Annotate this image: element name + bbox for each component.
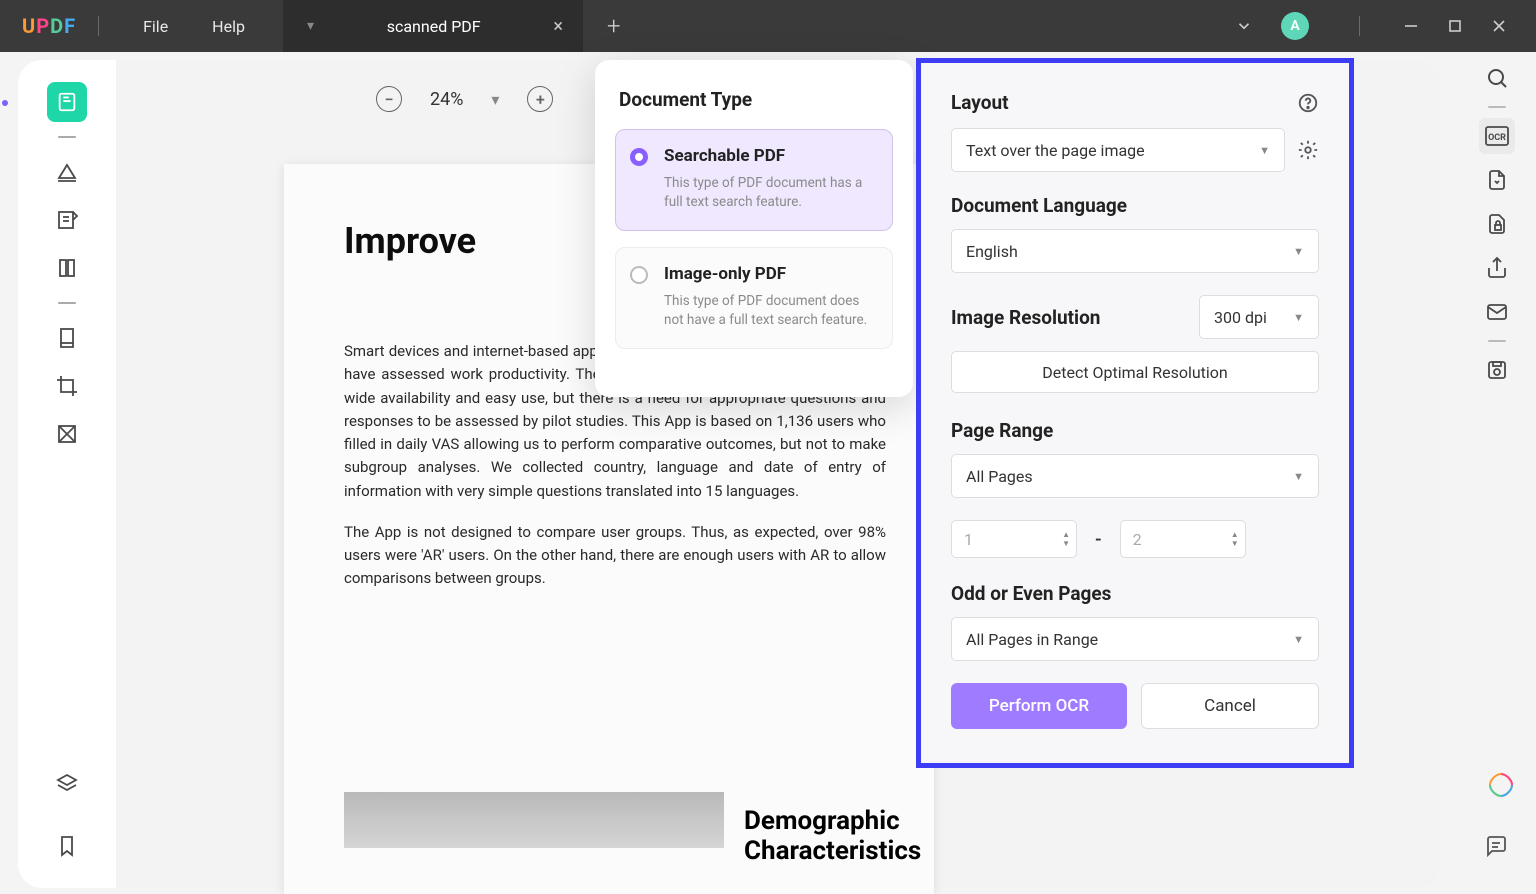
divider xyxy=(1488,106,1506,108)
page-to-input[interactable]: 2 ▲▼ xyxy=(1120,520,1246,558)
convert-icon[interactable] xyxy=(1479,162,1515,198)
resolution-label: Image Resolution xyxy=(951,306,1100,329)
protect-icon[interactable] xyxy=(1479,206,1515,242)
input-value: 1 xyxy=(964,530,973,549)
caret-down-icon: ▼ xyxy=(1259,144,1270,157)
caret-down-icon: ▼ xyxy=(1293,470,1304,483)
option-label: Searchable PDF xyxy=(664,146,876,166)
menu-help[interactable]: Help xyxy=(190,17,267,36)
odd-even-label: Odd or Even Pages xyxy=(951,582,1319,605)
page-range-label: Page Range xyxy=(951,419,1319,442)
divider xyxy=(98,16,99,36)
tool-highlight[interactable] xyxy=(47,152,87,192)
search-icon[interactable] xyxy=(1479,60,1515,96)
tab-dropdown-icon[interactable]: ▾ xyxy=(307,18,314,34)
tab-scanned-pdf[interactable]: ▾ scanned PDF × xyxy=(283,0,583,52)
select-value: All Pages xyxy=(966,467,1033,486)
caret-down-icon: ▼ xyxy=(1293,633,1304,646)
tool-bookmark[interactable] xyxy=(47,826,87,866)
option-description: This type of PDF document does not have … xyxy=(664,292,876,330)
tool-pages[interactable] xyxy=(47,248,87,288)
layout-select[interactable]: Text over the page image ▼ xyxy=(951,128,1285,172)
indicator-dot xyxy=(2,100,8,106)
language-label: Document Language xyxy=(951,194,1319,217)
range-dash: - xyxy=(1095,529,1102,550)
right-sidebar: OCR xyxy=(1458,60,1536,388)
odd-even-select[interactable]: All Pages in Range ▼ xyxy=(951,617,1319,661)
detect-resolution-button[interactable]: Detect Optimal Resolution xyxy=(951,351,1319,393)
ocr-settings-panel: Layout Text over the page image ▼ Docume… xyxy=(916,58,1354,768)
option-label: Image-only PDF xyxy=(664,264,876,284)
left-sidebar xyxy=(18,60,116,888)
input-value: 2 xyxy=(1133,530,1142,549)
email-icon[interactable] xyxy=(1479,294,1515,330)
zoom-in-icon[interactable]: + xyxy=(527,86,553,112)
zoom-dropdown-icon[interactable]: ▾ xyxy=(491,90,499,109)
updf-gem-icon[interactable] xyxy=(1488,772,1514,798)
window-maximize-icon[interactable] xyxy=(1440,13,1470,39)
comment-icon[interactable] xyxy=(1484,834,1508,858)
divider xyxy=(1488,340,1506,342)
divider xyxy=(58,302,76,304)
chevron-down-icon[interactable] xyxy=(1235,17,1253,35)
select-value: 300 dpi xyxy=(1214,308,1267,327)
radio-selected-icon xyxy=(630,148,648,166)
zoom-out-icon[interactable]: − xyxy=(376,86,402,112)
gear-icon[interactable] xyxy=(1297,139,1319,161)
tab-add-icon[interactable]: + xyxy=(607,12,621,40)
option-image-only-pdf[interactable]: Image-only PDF This type of PDF document… xyxy=(615,247,893,349)
radio-unselected-icon xyxy=(630,266,648,284)
zoom-controls: − 24% ▾ + xyxy=(376,86,553,112)
select-value: English xyxy=(966,242,1018,261)
select-value: Text over the page image xyxy=(966,141,1145,160)
window-close-icon[interactable] xyxy=(1484,13,1514,39)
option-searchable-pdf[interactable]: Searchable PDF This type of PDF document… xyxy=(615,129,893,231)
page-from-input[interactable]: 1 ▲▼ xyxy=(951,520,1077,558)
avatar[interactable]: A xyxy=(1281,12,1309,40)
cancel-button[interactable]: Cancel xyxy=(1141,683,1319,729)
perform-ocr-button[interactable]: Perform OCR xyxy=(951,683,1127,729)
tool-redact[interactable] xyxy=(47,414,87,454)
tool-layers[interactable] xyxy=(47,764,87,804)
save-icon[interactable] xyxy=(1479,352,1515,388)
zoom-value: 24% xyxy=(430,89,463,110)
document-type-panel: Document Type Searchable PDF This type o… xyxy=(595,60,913,397)
caret-down-icon: ▼ xyxy=(1293,311,1304,324)
select-value: All Pages in Range xyxy=(966,630,1098,649)
spinner-icon[interactable]: ▲▼ xyxy=(1231,530,1239,548)
tool-reader[interactable] xyxy=(47,82,87,122)
panel-title: Document Type xyxy=(615,88,893,111)
ocr-icon[interactable]: OCR xyxy=(1479,118,1515,154)
tab-title: scanned PDF xyxy=(354,17,513,36)
layout-label: Layout xyxy=(951,91,1009,114)
titlebar: UPDF File Help ▾ scanned PDF × + A xyxy=(0,0,1536,52)
spinner-icon[interactable]: ▲▼ xyxy=(1062,530,1070,548)
app-logo: UPDF xyxy=(22,14,76,38)
divider xyxy=(1359,16,1360,36)
tab-close-icon[interactable]: × xyxy=(553,16,563,37)
help-icon[interactable] xyxy=(1297,92,1319,114)
svg-text:OCR: OCR xyxy=(1488,133,1506,143)
caret-down-icon: ▼ xyxy=(1293,245,1304,258)
page-range-select[interactable]: All Pages ▼ xyxy=(951,454,1319,498)
tool-annotate[interactable] xyxy=(47,200,87,240)
window-minimize-icon[interactable] xyxy=(1396,13,1426,39)
share-icon[interactable] xyxy=(1479,250,1515,286)
tool-crop[interactable] xyxy=(47,366,87,406)
tool-organize[interactable] xyxy=(47,318,87,358)
menu-file[interactable]: File xyxy=(121,17,190,36)
divider xyxy=(58,136,76,138)
resolution-select[interactable]: 300 dpi ▼ xyxy=(1199,295,1319,339)
language-select[interactable]: English ▼ xyxy=(951,229,1319,273)
option-description: This type of PDF document has a full tex… xyxy=(664,174,876,212)
